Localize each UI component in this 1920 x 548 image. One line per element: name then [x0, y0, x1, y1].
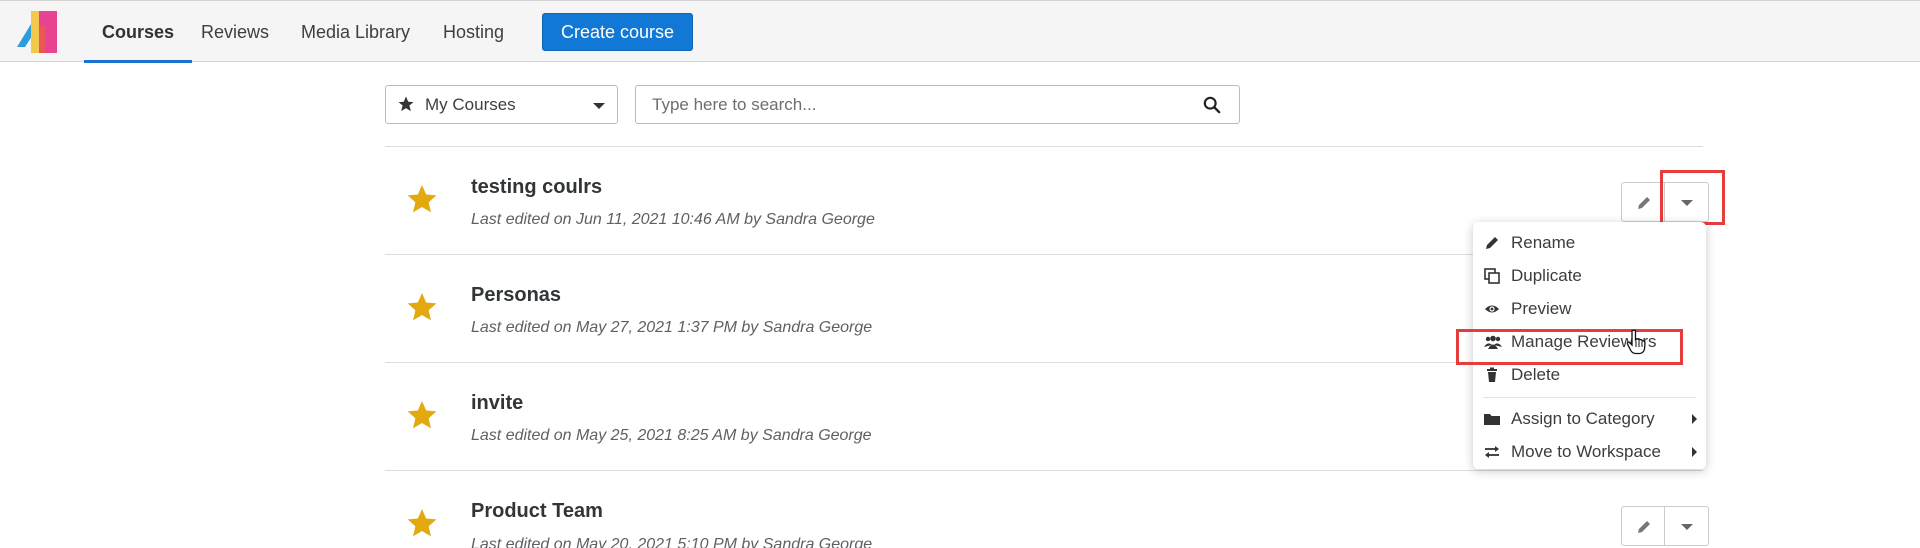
course-title[interactable]: testing coulrs — [471, 176, 602, 199]
tab-media-library[interactable]: Media Library — [301, 1, 410, 62]
chevron-down-icon — [1681, 524, 1693, 530]
menu-item-label: Preview — [1511, 299, 1572, 318]
menu-item-label: Move to Workspace — [1511, 442, 1661, 461]
app-logo[interactable] — [17, 11, 57, 53]
chevron-down-icon — [593, 103, 605, 109]
menu-item-duplicate[interactable]: Duplicate — [1473, 260, 1706, 292]
top-bar: Courses Reviews Media Library Hosting Cr… — [0, 0, 1920, 63]
favorite-star-icon[interactable] — [405, 291, 439, 323]
favorite-star-icon[interactable] — [405, 183, 439, 215]
menu-divider — [1483, 397, 1696, 398]
highlight-box — [1456, 329, 1683, 365]
search-box — [635, 85, 1240, 124]
course-title[interactable]: invite — [471, 392, 523, 415]
menu-item-label: Assign to Category — [1511, 409, 1655, 428]
pencil-icon — [1486, 237, 1498, 249]
course-title[interactable]: Personas — [471, 284, 561, 307]
chevron-right-icon — [1692, 447, 1697, 457]
favorite-star-icon[interactable] — [405, 399, 439, 431]
menu-item-rename[interactable]: Rename — [1473, 227, 1706, 259]
create-course-button[interactable]: Create course — [542, 13, 693, 51]
edit-course-button[interactable] — [1621, 506, 1665, 546]
course-filter-select[interactable]: My Courses — [385, 85, 618, 124]
tab-courses[interactable]: Courses — [83, 1, 193, 63]
pencil-icon — [1638, 197, 1650, 209]
course-last-edited: Last edited on May 20, 2021 5:10 PM by S… — [471, 536, 873, 548]
search-input[interactable] — [637, 87, 1177, 122]
tab-hosting[interactable]: Hosting — [443, 1, 504, 62]
folder-icon — [1484, 414, 1500, 425]
star-icon — [398, 96, 414, 112]
menu-item-label: Rename — [1511, 233, 1576, 252]
highlight-box — [1660, 170, 1725, 225]
menu-item-preview[interactable]: Preview — [1473, 293, 1706, 325]
menu-item-label: Duplicate — [1511, 266, 1582, 285]
eye-icon — [1485, 305, 1499, 313]
favorite-star-icon[interactable] — [405, 507, 439, 539]
course-last-edited: Last edited on May 25, 2021 8:25 AM by S… — [471, 427, 872, 444]
pencil-icon — [1638, 521, 1650, 533]
menu-item-move-to-workspace[interactable]: Move to Workspace — [1473, 436, 1706, 468]
course-last-edited: Last edited on May 27, 2021 1:37 PM by S… — [471, 319, 873, 336]
course-options-dropdown-button[interactable] — [1665, 506, 1709, 546]
tab-reviews[interactable]: Reviews — [201, 1, 269, 62]
search-icon[interactable] — [1203, 96, 1221, 114]
hand-cursor-icon — [1626, 329, 1646, 355]
chevron-right-icon — [1692, 414, 1697, 424]
course-title[interactable]: Product Team — [471, 500, 603, 523]
divider — [385, 146, 1703, 147]
course-last-edited: Last edited on Jun 11, 2021 10:46 AM by … — [471, 211, 875, 228]
exchange-icon — [1485, 446, 1499, 458]
copy-icon — [1484, 268, 1500, 284]
menu-item-label: Delete — [1511, 365, 1561, 384]
menu-item-assign-to-category[interactable]: Assign to Category — [1473, 403, 1706, 435]
edit-course-button[interactable] — [1621, 182, 1665, 222]
course-filter-label: My Courses — [425, 95, 516, 114]
trash-icon — [1487, 367, 1497, 382]
divider — [385, 470, 1703, 471]
